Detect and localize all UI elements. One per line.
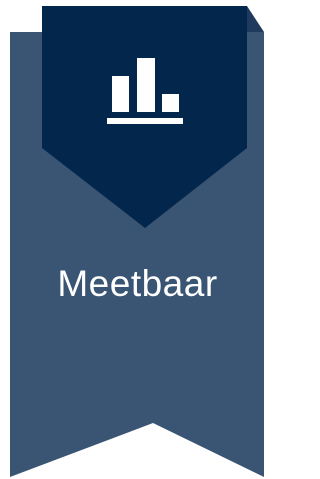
badge-label: Meetbaar xyxy=(57,263,218,304)
ribbon-shape xyxy=(10,6,264,477)
icon-baseline xyxy=(107,118,183,124)
bar-left xyxy=(112,76,129,112)
bar-middle xyxy=(137,58,155,112)
flag-fold xyxy=(247,6,264,32)
ribbon-badge: Meetbaar xyxy=(0,0,275,479)
bar-right xyxy=(162,94,179,112)
